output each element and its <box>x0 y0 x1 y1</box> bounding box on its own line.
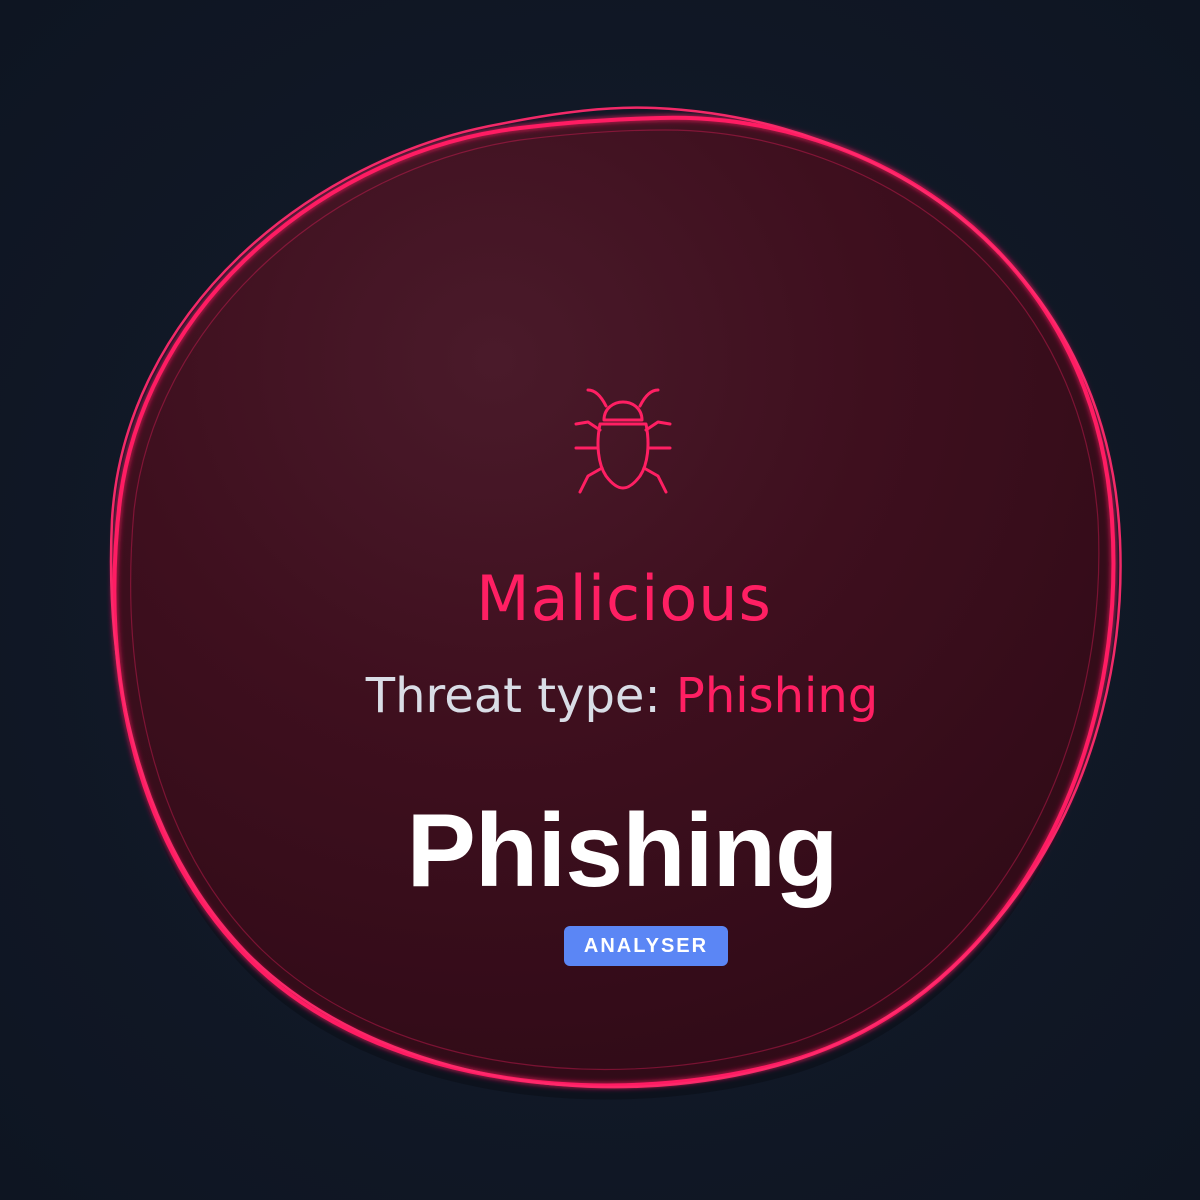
verdict-label: Malicious <box>476 562 772 635</box>
threat-type-value: Phishing <box>675 668 879 724</box>
brand-badge: ANALYSER <box>564 926 728 966</box>
phishing-analyser-card: Malicious Threat type: Phishing Phishing… <box>0 0 1200 1200</box>
bug-icon <box>574 388 672 494</box>
threat-type-line: Threat type: Phishing <box>0 668 1200 724</box>
threat-type-label: Threat type: <box>365 668 676 724</box>
brand-title: Phishing <box>406 793 838 909</box>
